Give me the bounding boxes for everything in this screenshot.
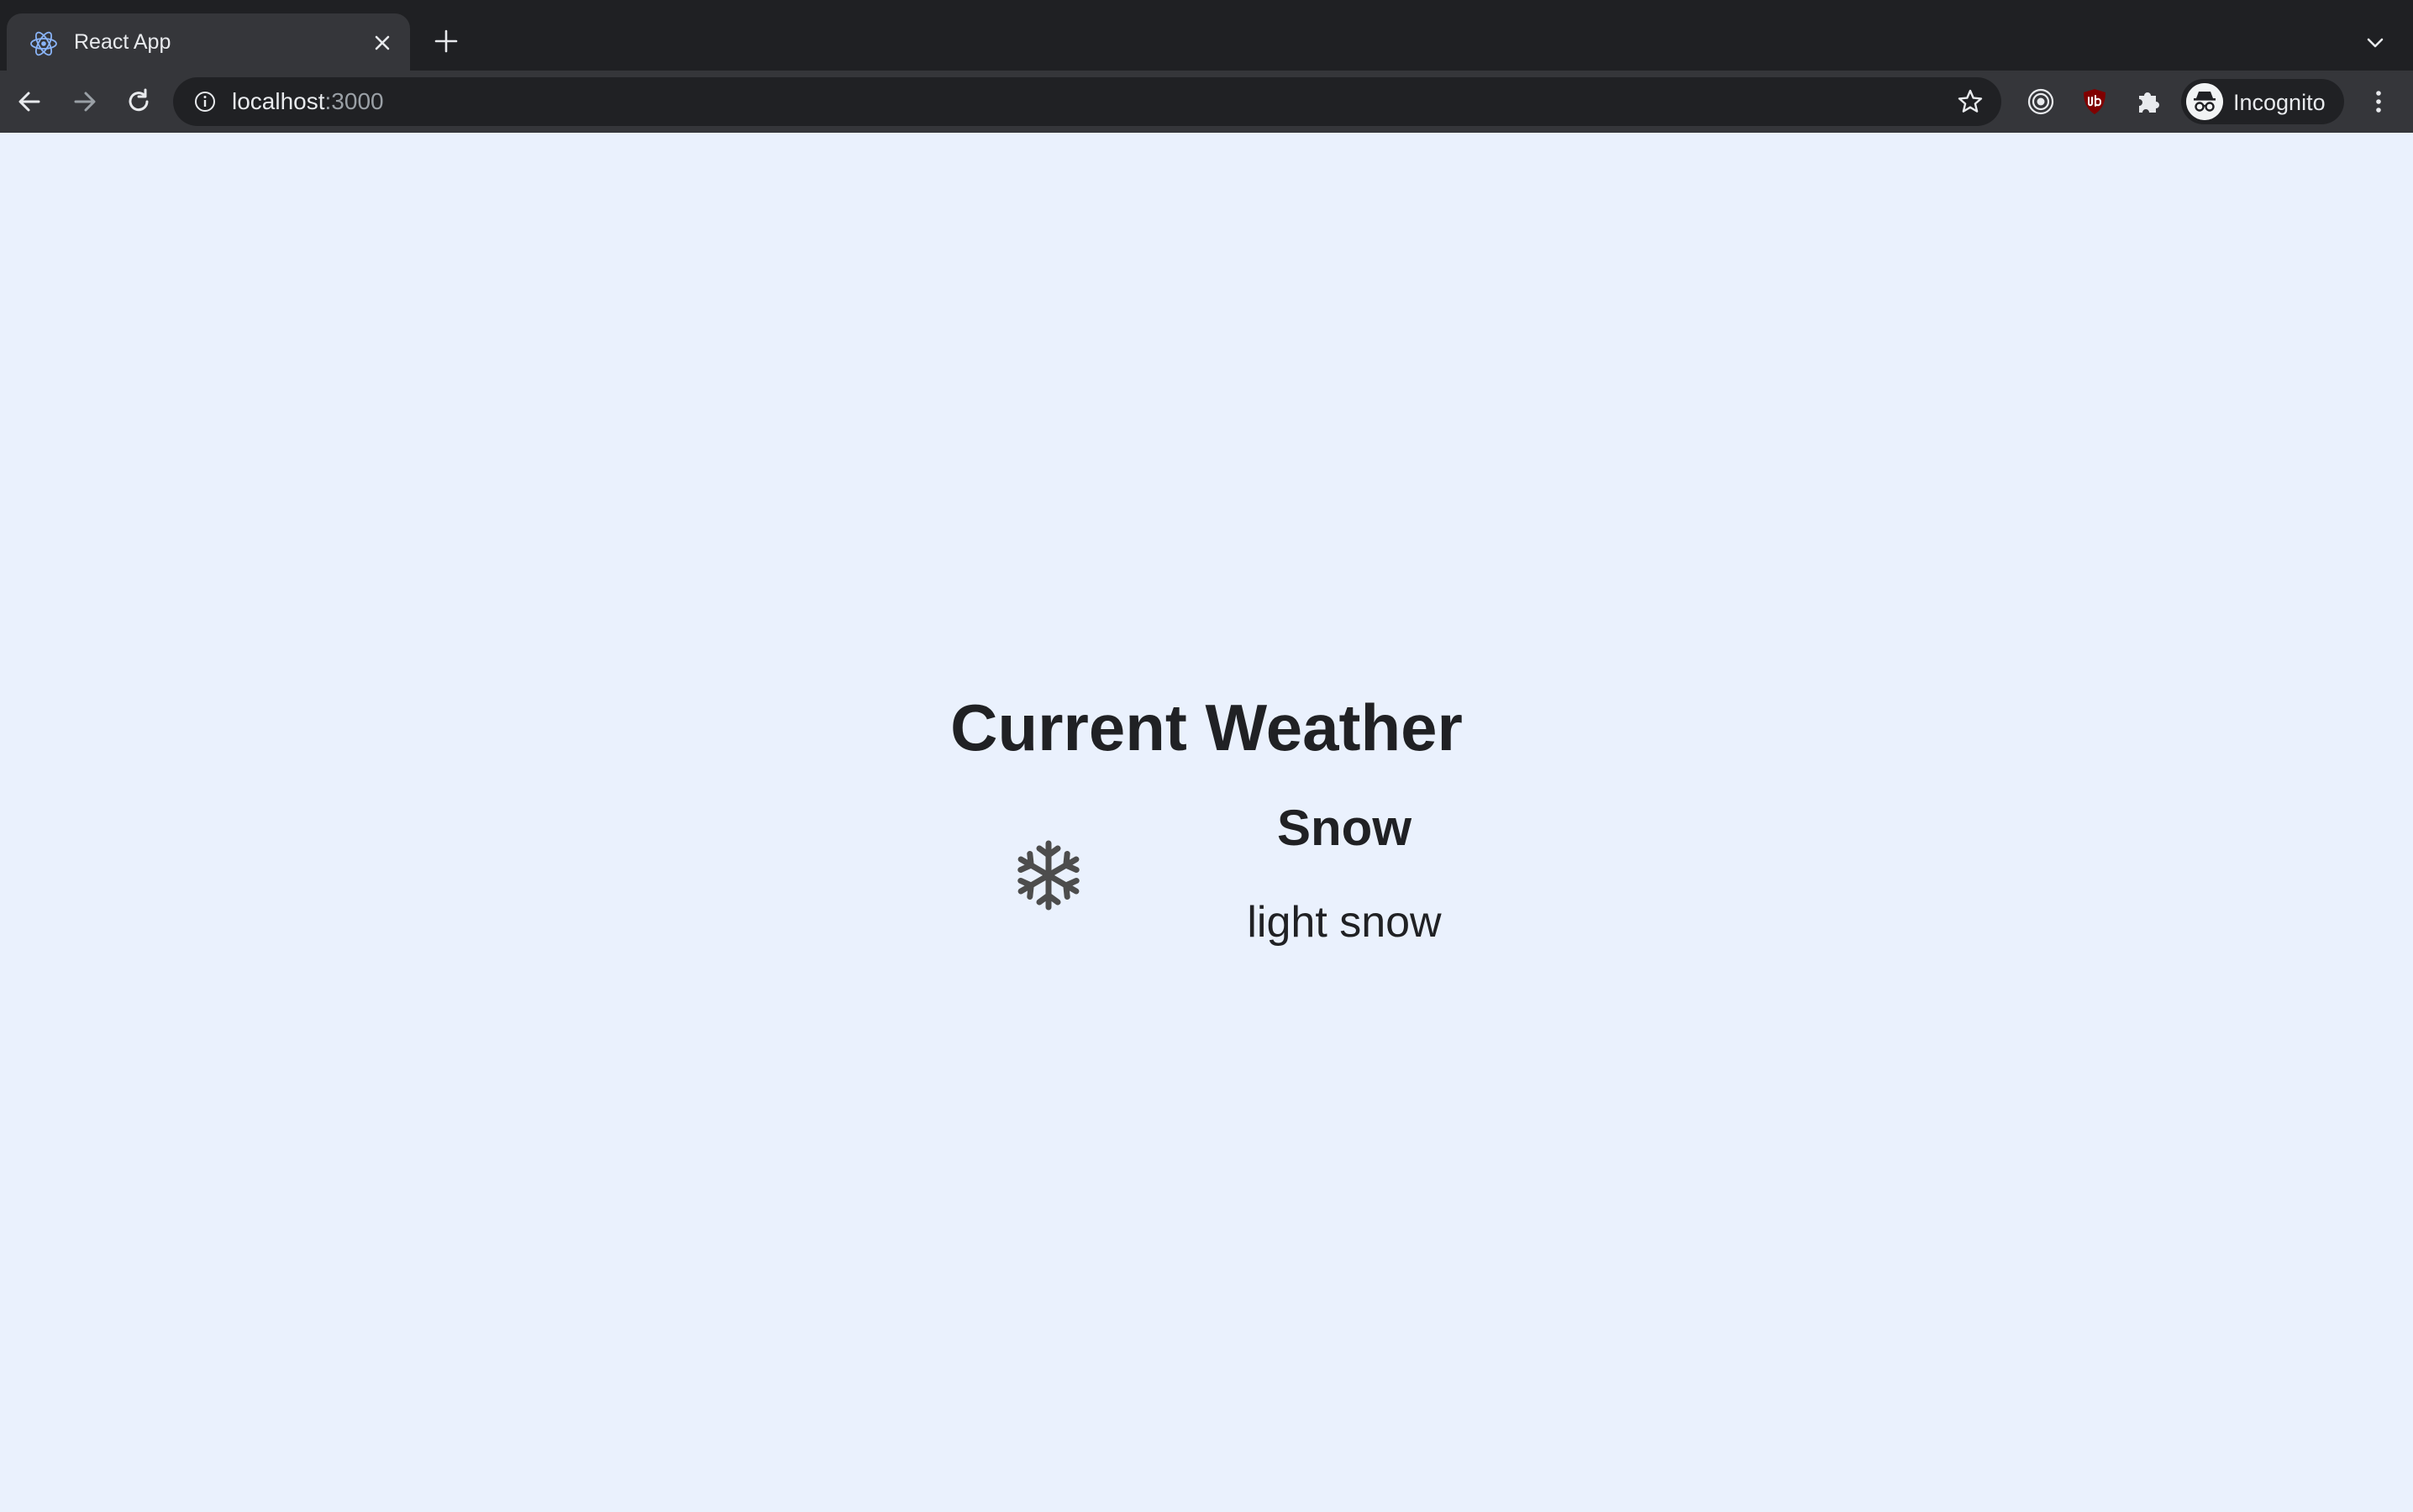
tab-react-app[interactable]: React App — [7, 13, 410, 71]
arrow-right-icon[interactable] — [69, 86, 101, 118]
snowflake-icon — [1013, 840, 1084, 911]
chevron-down-icon[interactable] — [2363, 30, 2388, 55]
ublock-icon[interactable] — [2079, 86, 2111, 118]
info-icon[interactable] — [193, 90, 217, 113]
browser-window: React App localhost:3000 Incognito — [0, 0, 2413, 133]
toolbar: localhost:3000 Incognito — [0, 71, 2413, 133]
react-logo-icon — [30, 31, 57, 56]
url-text[interactable]: localhost:3000 — [232, 88, 384, 115]
puzzle-icon[interactable] — [2132, 86, 2164, 118]
page-content: Current Weather Snow light snow — [0, 133, 2413, 1512]
kebab-menu-icon[interactable] — [2363, 86, 2395, 118]
profile-label: Incognito — [2233, 90, 2326, 115]
page-title: Current Weather — [950, 690, 1463, 764]
tab-strip: React App — [0, 0, 2413, 71]
star-icon[interactable] — [1956, 87, 1985, 116]
url-host: localhost — [232, 88, 325, 114]
incognito-icon — [2186, 83, 2223, 120]
address-bar[interactable]: localhost:3000 — [173, 77, 2001, 126]
arrow-left-icon[interactable] — [13, 86, 45, 118]
plus-icon[interactable] — [432, 27, 460, 55]
url-port: :3000 — [324, 88, 384, 114]
tab-title: React App — [74, 30, 171, 54]
close-icon[interactable] — [370, 30, 395, 55]
target-extension-icon[interactable] — [2025, 86, 2057, 118]
weather-condition: Snow — [1277, 800, 1412, 856]
incognito-profile-button[interactable]: Incognito — [2181, 79, 2344, 124]
weather-description: light snow — [1247, 898, 1442, 947]
reload-icon[interactable] — [123, 86, 155, 118]
